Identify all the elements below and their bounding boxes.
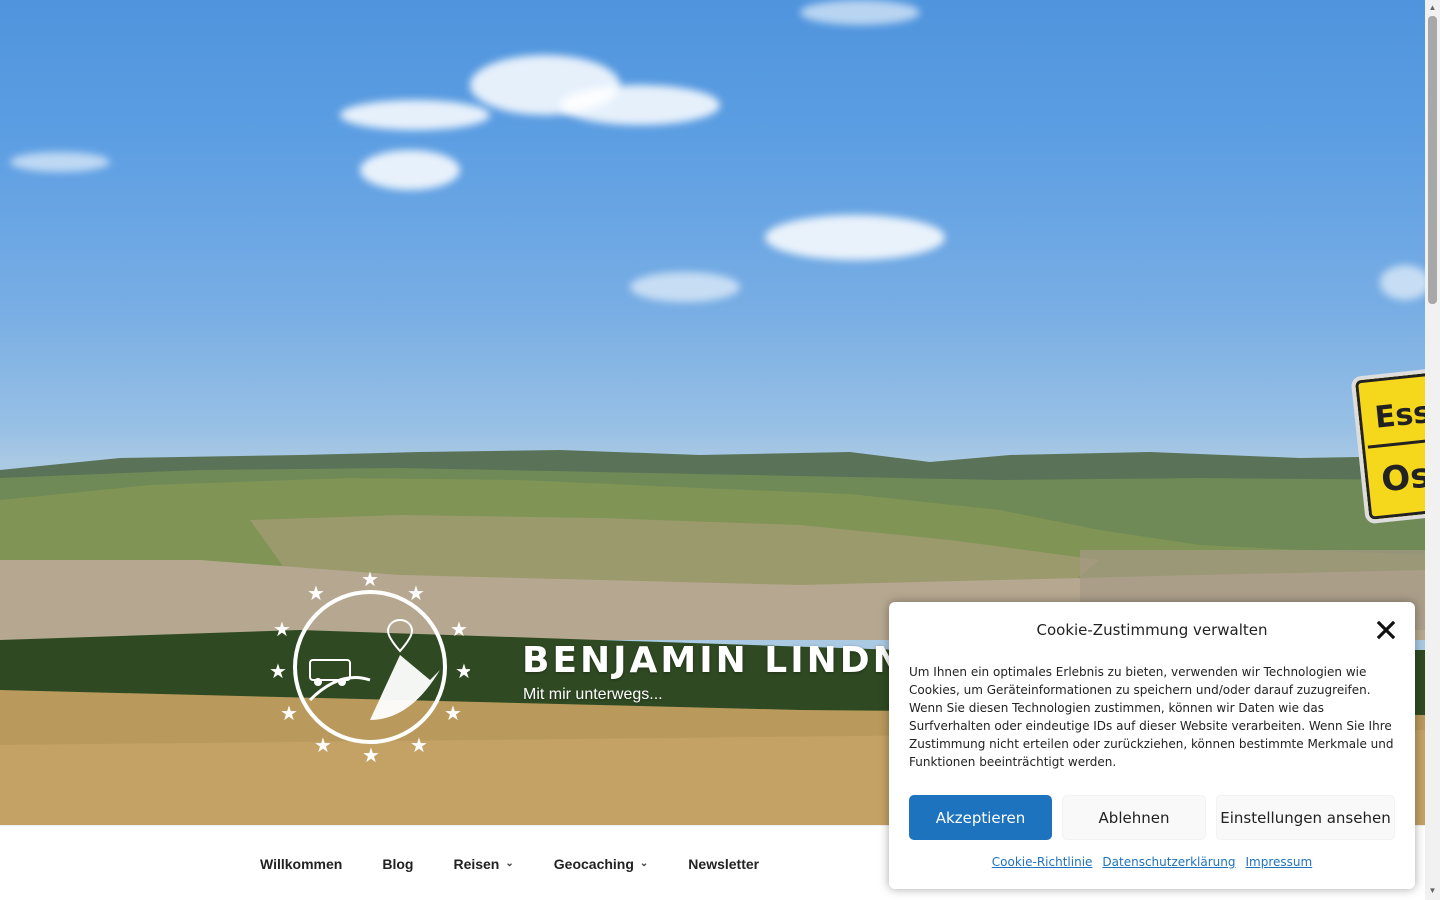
site-description: Mit mir unterwegs... <box>523 686 663 703</box>
cookie-dialog-title: Cookie-Zustimmung verwalten <box>1036 621 1268 639</box>
nav-item-geocaching[interactable]: Geocaching ⌄ <box>534 856 669 872</box>
cookie-message: Um Ihnen ein optimales Erlebnis zu biete… <box>909 665 1394 769</box>
svg-text:★: ★ <box>410 735 428 757</box>
svg-text:★: ★ <box>314 735 332 757</box>
svg-text:★: ★ <box>362 745 380 767</box>
page-scrollbar[interactable]: ▲ ▼ <box>1425 0 1440 900</box>
svg-text:★: ★ <box>273 619 291 641</box>
imprint-link[interactable]: Impressum <box>1246 855 1313 869</box>
chevron-down-icon: ⌄ <box>639 858 649 869</box>
scrollbar-thumb[interactable] <box>1428 16 1437 304</box>
nav-item-newsletter[interactable]: Newsletter <box>668 856 779 872</box>
cookie-links: Cookie-Richtlinie Datenschutzerklärung I… <box>889 855 1415 869</box>
cookie-policy-link[interactable]: Cookie-Richtlinie <box>992 855 1093 869</box>
deny-button[interactable]: Ablehnen <box>1062 795 1206 840</box>
nav-item-label: Geocaching <box>553 855 634 872</box>
town-sign-line1: Ess <box>1373 394 1425 436</box>
close-icon[interactable] <box>1374 618 1398 642</box>
scroll-down-icon[interactable]: ▼ <box>1428 886 1437 896</box>
svg-text:★: ★ <box>450 619 468 641</box>
view-settings-button[interactable]: Einstellungen ansehen <box>1216 795 1395 840</box>
nav-item-label: Reisen <box>453 855 500 872</box>
nav-item-reisen[interactable]: Reisen ⌄ <box>433 856 533 872</box>
accept-button[interactable]: Akzeptieren <box>909 795 1052 840</box>
svg-text:★: ★ <box>361 570 379 591</box>
site-title[interactable]: BENJAMIN LINDNI <box>522 640 922 681</box>
nav-item-blog[interactable]: Blog <box>362 856 433 872</box>
svg-text:★: ★ <box>270 661 287 683</box>
cookie-consent-dialog: Cookie-Zustimmung verwalten Um Ihnen ein… <box>889 602 1415 889</box>
svg-text:★: ★ <box>280 703 298 725</box>
site-logo[interactable]: ★ ★ ★ ★ ★ ★ ★ ★ ★ ★ ★ ★ <box>270 570 470 770</box>
svg-text:★: ★ <box>407 583 425 605</box>
nav-item-label: Blog <box>382 855 414 872</box>
svg-text:★: ★ <box>307 583 325 605</box>
svg-text:★: ★ <box>444 703 462 725</box>
nav-item-willkommen[interactable]: Willkommen <box>240 856 362 872</box>
town-sign-line2: Os <box>1379 455 1425 501</box>
nav-item-label: Willkommen <box>260 855 343 872</box>
privacy-policy-link[interactable]: Datenschutzerklärung <box>1102 855 1235 869</box>
scroll-up-icon[interactable]: ▲ <box>1428 3 1437 13</box>
svg-text:★: ★ <box>455 661 470 683</box>
nav-item-label: Newsletter <box>688 855 760 872</box>
chevron-down-icon: ⌄ <box>505 858 514 869</box>
nav-list: Willkommen Blog Reisen ⌄ Geocaching ⌄ Ne… <box>240 826 779 900</box>
